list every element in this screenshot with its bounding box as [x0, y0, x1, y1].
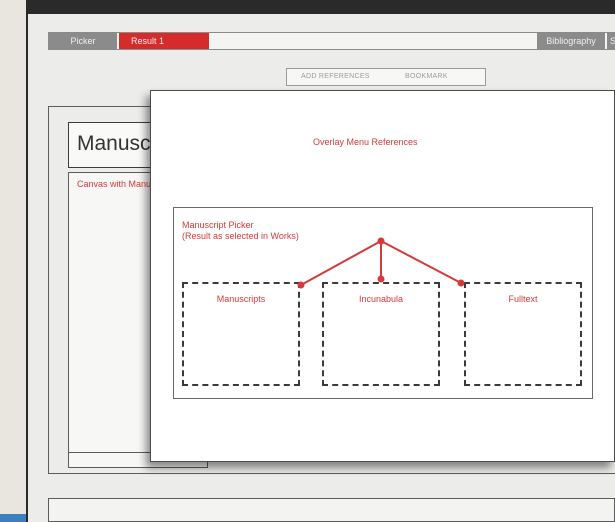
fulltext-box[interactable]: Fulltext [464, 282, 582, 386]
tab-s[interactable]: S [607, 33, 615, 49]
bookmark-tab[interactable]: BOOKMARK [405, 69, 448, 85]
tab-picker[interactable]: Picker [49, 33, 117, 49]
incunabula-box[interactable]: Incunabula [322, 282, 440, 386]
top-tab-bar: Picker Result 1 Bibliography S [48, 32, 615, 50]
manuscript-picker-title: Manuscript Picker (Result as selected in… [182, 220, 299, 242]
left-accent-bar [0, 514, 26, 522]
manuscripts-label: Manuscripts [216, 294, 266, 304]
manuscript-picker-frame: Manuscript Picker (Result as selected in… [173, 207, 593, 399]
tab-bibliography[interactable]: Bibliography [537, 33, 605, 49]
add-references-tab[interactable]: ADD REFERENCES [301, 69, 370, 85]
tab-result-1[interactable]: Result 1 [119, 33, 209, 49]
incunabula-label: Incunabula [358, 294, 404, 304]
picker-title-line-1: Manuscript Picker [182, 220, 254, 230]
picker-title-line-2: (Result as selected in Works) [182, 231, 299, 241]
overlay-menu-references: Overlay Menu References Manuscript Picke… [150, 90, 615, 462]
manuscripts-box[interactable]: Manuscripts [182, 282, 300, 386]
reference-subtabs: ADD REFERENCES BOOKMARK [286, 68, 486, 86]
bottom-bar [48, 498, 615, 522]
left-background-strip [0, 0, 26, 522]
overlay-title: Overlay Menu References [313, 137, 418, 147]
fulltext-label: Fulltext [508, 294, 538, 304]
